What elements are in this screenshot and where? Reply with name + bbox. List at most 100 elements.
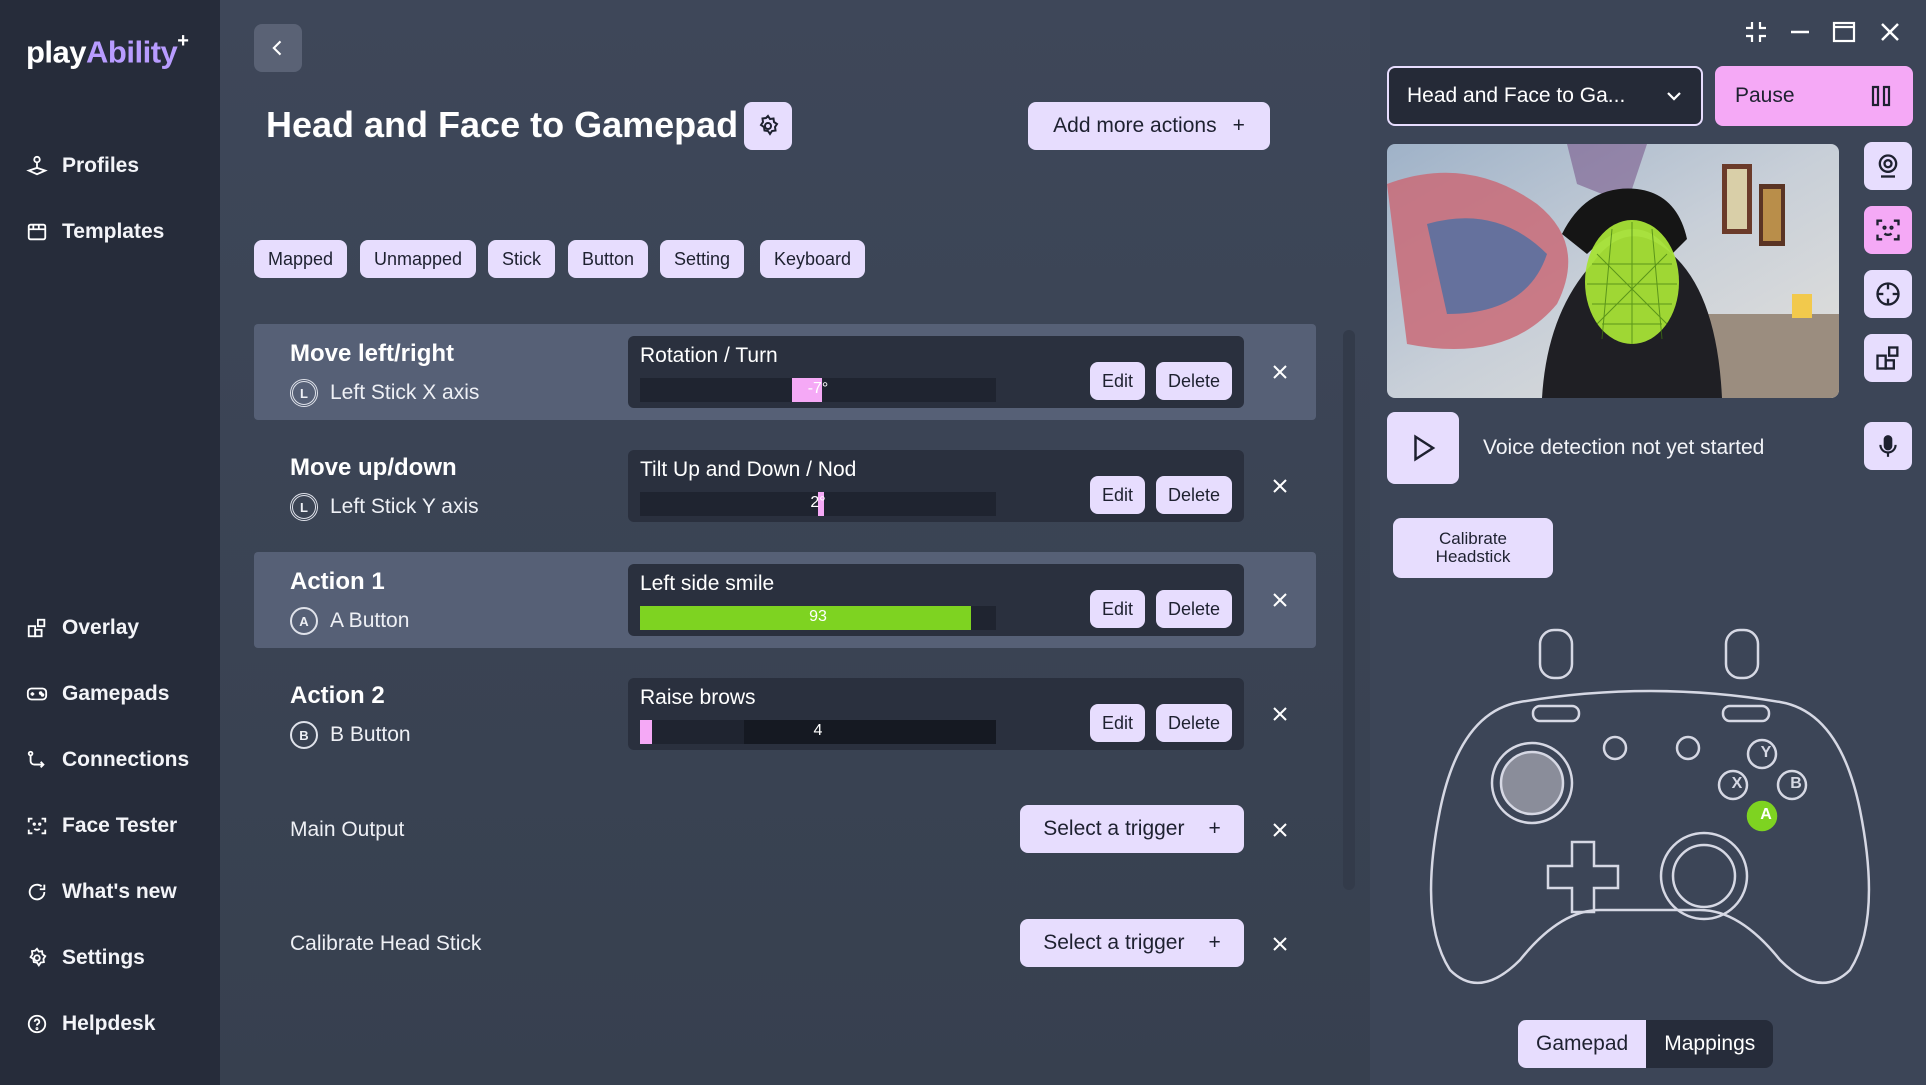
start-voice-button[interactable] [1387, 412, 1459, 484]
sidebar-item-label: Overlay [62, 616, 140, 639]
trigger-box: Tilt Up and Down / Nod 2° Edit Delete [628, 450, 1244, 522]
mapping-input-label: Left Stick X axis [330, 381, 480, 404]
gamepad-icon [26, 687, 48, 701]
sidebar-item-label: Helpdesk [62, 1012, 156, 1035]
edit-button[interactable]: Edit [1090, 590, 1146, 628]
sidebar-item-face-tester[interactable]: Face Tester [26, 806, 206, 846]
add-actions-label: Add more actions [1053, 114, 1217, 137]
filter-chip-button[interactable]: Button [568, 240, 649, 278]
sidebar-item-profiles[interactable]: Profiles [26, 146, 206, 186]
pause-button[interactable]: Pause [1715, 66, 1913, 126]
select-trigger-button[interactable]: Select a trigger + [1020, 919, 1244, 967]
mapping-input: A A Button [290, 607, 409, 635]
maximize-icon[interactable] [1826, 14, 1862, 50]
controller-body [1429, 689, 1871, 985]
sidebar-item-settings[interactable]: Settings [26, 938, 206, 978]
select-trigger-button[interactable]: Select a trigger + [1020, 805, 1244, 853]
sidebar-item-gamepads[interactable]: Gamepads [26, 674, 206, 714]
edit-button[interactable]: Edit [1090, 704, 1146, 742]
main-output-label: Main Output [290, 818, 405, 841]
close-icon[interactable] [1266, 472, 1294, 500]
profile-settings-button[interactable] [744, 102, 792, 150]
calibrate-head-stick-label: Calibrate Head Stick [290, 932, 482, 955]
trigger-name: Rotation / Turn [640, 344, 778, 367]
mapping-title: Action 1 [290, 568, 385, 595]
mapping-input: L Left Stick Y axis [290, 493, 479, 521]
profile-dropdown[interactable]: Head and Face to Ga... [1387, 66, 1703, 126]
dpad [1546, 840, 1620, 914]
tab-gamepad[interactable]: Gamepad [1518, 1020, 1647, 1068]
microphone-icon[interactable] [1864, 422, 1912, 470]
left-trigger [1538, 628, 1574, 680]
filter-chip-setting[interactable]: Setting [660, 240, 745, 278]
right-trigger [1724, 628, 1760, 680]
close-icon[interactable] [1266, 586, 1294, 614]
logo-main-text: play [26, 34, 87, 70]
face-scan-icon[interactable] [1864, 206, 1912, 254]
sidebar-item-label: What's new [62, 880, 177, 903]
delete-button[interactable]: Delete [1156, 704, 1233, 742]
close-icon[interactable] [1266, 700, 1294, 728]
collapse-icon[interactable] [1738, 14, 1774, 50]
filter-chip-mapped[interactable]: Mapped [254, 240, 348, 278]
delete-button[interactable]: Delete [1156, 476, 1233, 514]
delete-button[interactable]: Delete [1156, 590, 1233, 628]
y-button-label: Y [1760, 744, 1772, 761]
left-stick-icon: L [290, 493, 318, 521]
edit-button[interactable]: Edit [1090, 476, 1146, 514]
mapping-input-label: A Button [330, 609, 410, 632]
close-window-icon[interactable] [1872, 14, 1908, 50]
trigger-box: Left side smile 93 Edit Delete [628, 564, 1244, 636]
logo-accent-text: Ability [86, 34, 178, 70]
preview-panel: Head and Face to Ga... Pause Voice detec… [1370, 0, 1926, 1085]
meter-value: 2° [810, 494, 826, 511]
left-stick-icon: L [290, 379, 318, 407]
back-button[interactable] [254, 24, 302, 72]
overlay-icon[interactable] [1864, 334, 1912, 382]
sidebar-item-overlay[interactable]: Overlay [26, 608, 206, 648]
mapping-input-label: Left Stick Y axis [330, 495, 479, 518]
tab-mappings[interactable]: Mappings [1646, 1020, 1773, 1068]
mapping-title: Action 2 [290, 682, 385, 709]
view-tabs: Gamepad Mappings [1518, 1020, 1774, 1068]
overlay-icon [27, 618, 46, 638]
delete-button[interactable]: Delete [1156, 362, 1233, 400]
meter-value: 93 [809, 608, 827, 625]
logo-plus: + [177, 30, 189, 52]
trigger-box: Rotation / Turn -7° Edit Delete [628, 336, 1244, 408]
joystick-icon [26, 155, 48, 176]
trigger-box: Raise brows 4 Edit Delete [628, 678, 1244, 750]
sidebar-item-helpdesk[interactable]: Helpdesk [26, 1004, 206, 1044]
filter-chip-unmapped[interactable]: Unmapped [360, 240, 477, 278]
sidebar-item-connections[interactable]: Connections [26, 740, 206, 780]
close-icon[interactable] [1266, 930, 1294, 958]
close-icon[interactable] [1266, 358, 1294, 386]
filter-chip-keyboard[interactable]: Keyboard [760, 240, 866, 278]
chevron-down-icon [1667, 92, 1681, 101]
scrollbar[interactable] [1343, 330, 1355, 890]
pause-label: Pause [1735, 84, 1795, 107]
pause-icon [1871, 85, 1891, 107]
trigger-name: Left side smile [640, 572, 775, 595]
sidebar-item-label: Connections [62, 748, 190, 771]
sidebar-item-whats-new[interactable]: What's new [26, 872, 206, 912]
sidebar-item-label: Face Tester [62, 814, 178, 837]
minimize-icon[interactable] [1782, 14, 1818, 50]
trigger-name: Raise brows [640, 686, 756, 709]
mapping-row: Action 1 A A Button Left side smile 93 E… [254, 552, 1316, 648]
calibrate-headstick-button[interactable]: Calibrate Headstick [1393, 518, 1553, 578]
close-icon[interactable] [1266, 816, 1294, 844]
crosshair-icon[interactable] [1864, 270, 1912, 318]
add-more-actions-button[interactable]: Add more actions + [1028, 102, 1270, 150]
menu-button [1675, 735, 1701, 761]
webcam-icon[interactable] [1864, 142, 1912, 190]
app-logo[interactable]: playAbility+ [26, 30, 189, 70]
edit-button[interactable]: Edit [1090, 362, 1146, 400]
trigger-meter: -7° [640, 378, 996, 402]
sidebar: playAbility+ Profiles Templates Overlay … [0, 0, 220, 1085]
sidebar-item-templates[interactable]: Templates [26, 212, 206, 252]
filter-chip-stick[interactable]: Stick [488, 240, 556, 278]
view-button [1602, 735, 1628, 761]
gamepad-diagram [1429, 628, 1871, 985]
trigger-name: Tilt Up and Down / Nod [640, 458, 857, 481]
